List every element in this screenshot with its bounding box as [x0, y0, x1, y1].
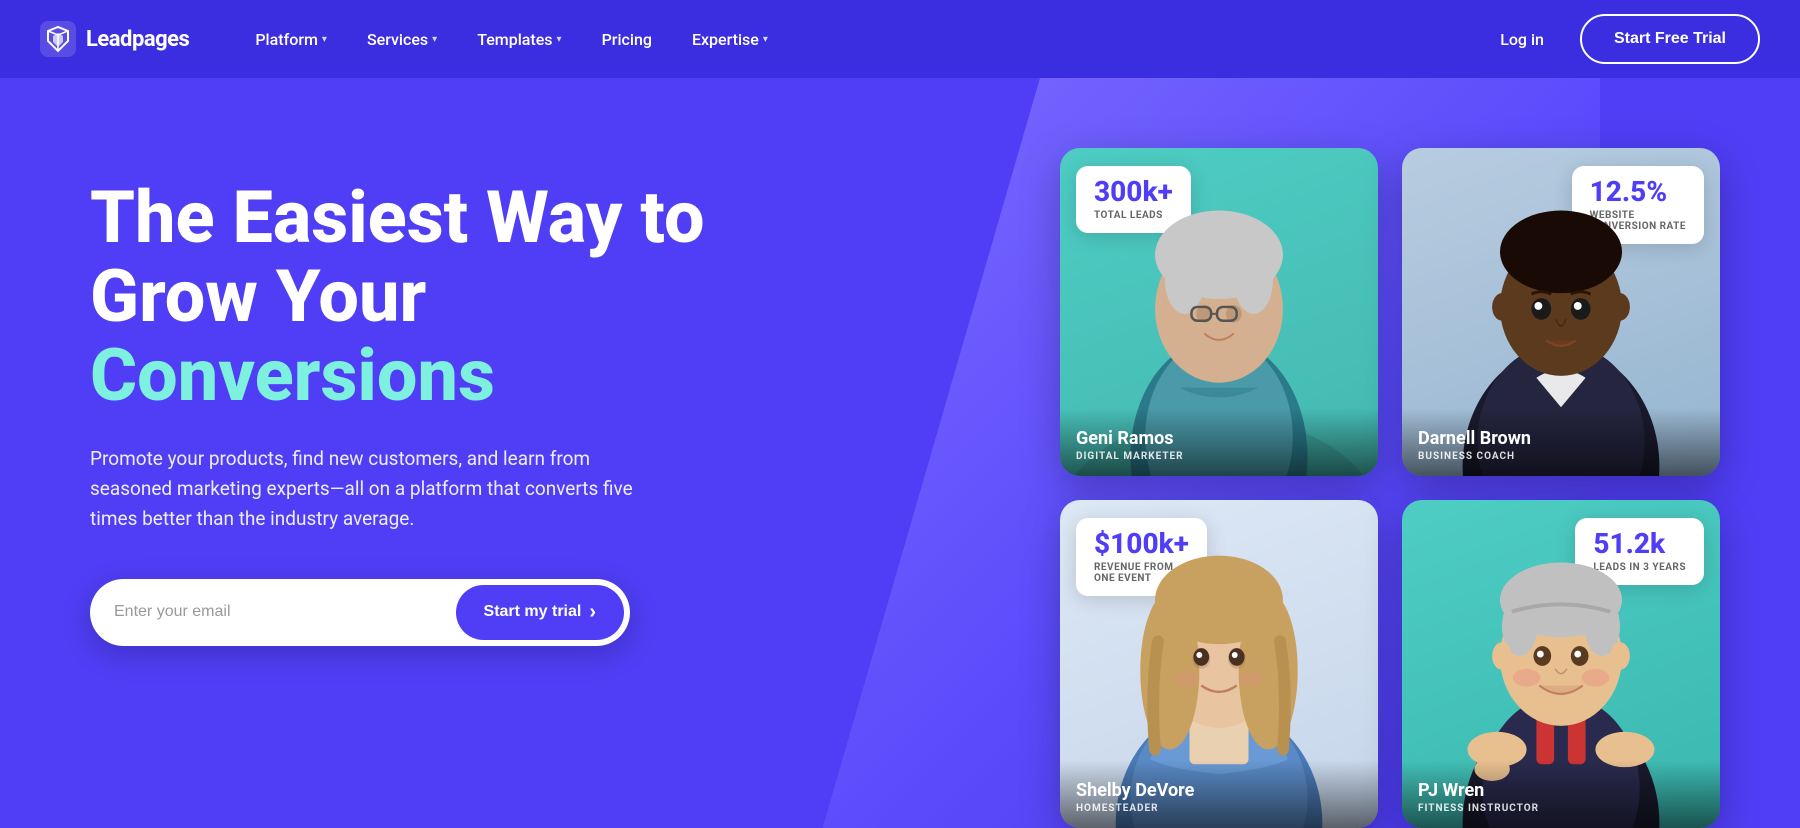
card-overlay-1: Geni Ramos DIGITAL MARKETER: [1060, 408, 1378, 476]
card-overlay-4: PJ Wren FITNESS INSTRUCTOR: [1402, 760, 1720, 828]
logo-text: Leadpages: [86, 27, 189, 52]
hero-section: The Easiest Way to Grow Your Conversions…: [0, 78, 1800, 828]
testimonial-cards: 300k+ TOTAL LEADS: [1060, 148, 1720, 828]
nav-item-services[interactable]: Services ▾: [351, 22, 453, 57]
chevron-down-icon: ▾: [763, 34, 768, 45]
nav-item-expertise[interactable]: Expertise ▾: [676, 22, 784, 57]
person-role-4: FITNESS INSTRUCTOR: [1418, 803, 1704, 814]
hero-content: The Easiest Way to Grow Your Conversions…: [90, 178, 790, 646]
start-trial-submit-button[interactable]: Start my trial ›: [456, 585, 624, 640]
chevron-down-icon: ▾: [432, 34, 437, 45]
hero-subtitle: Promote your products, find new customer…: [90, 444, 650, 535]
person-name-4: PJ Wren: [1418, 780, 1704, 801]
card-darnell-brown: 12.5% WEBSITE CONVERSION RATE: [1402, 148, 1720, 476]
card-shelby-devore: $100k+ REVENUE FROM ONE EVENT: [1060, 500, 1378, 828]
hero-title-line1: The Easiest Way to: [90, 175, 705, 260]
person-role-3: HOMESTEADER: [1076, 803, 1362, 814]
card-geni-ramos: 300k+ TOTAL LEADS: [1060, 148, 1378, 476]
nav-item-pricing[interactable]: Pricing: [586, 22, 668, 57]
hero-title: The Easiest Way to Grow Your Conversions: [90, 178, 790, 416]
arrow-icon: ›: [589, 601, 596, 624]
email-input[interactable]: [114, 593, 456, 631]
chevron-down-icon: ▾: [557, 34, 562, 45]
nav-item-templates[interactable]: Templates ▾: [461, 22, 577, 57]
chevron-down-icon: ▾: [322, 34, 327, 45]
login-button[interactable]: Log in: [1488, 22, 1556, 57]
person-role-2: BUSINESS COACH: [1418, 451, 1704, 462]
nav-right: Log in Start Free Trial: [1488, 14, 1760, 64]
person-name-3: Shelby DeVore: [1076, 780, 1362, 801]
person-role-1: DIGITAL MARKETER: [1076, 451, 1362, 462]
nav-links: Platform ▾ Services ▾ Templates ▾ Pricin…: [239, 22, 1488, 57]
person-name-1: Geni Ramos: [1076, 428, 1362, 449]
card-pj-wren: 51.2k LEADS IN 3 YEARS: [1402, 500, 1720, 828]
hero-email-form: Start my trial ›: [90, 579, 630, 646]
card-overlay-3: Shelby DeVore HOMESTEADER: [1060, 760, 1378, 828]
logo[interactable]: Leadpages: [40, 21, 189, 57]
person-name-2: Darnell Brown: [1418, 428, 1704, 449]
hero-title-accent: Conversions: [90, 333, 495, 418]
start-trial-button[interactable]: Start Free Trial: [1580, 14, 1760, 64]
card-overlay-2: Darnell Brown BUSINESS COACH: [1402, 408, 1720, 476]
leadpages-logo-icon: [40, 21, 76, 57]
hero-title-line2: Grow Your: [90, 254, 426, 339]
nav-item-platform[interactable]: Platform ▾: [239, 22, 343, 57]
navigation: Leadpages Platform ▾ Services ▾ Template…: [0, 0, 1800, 78]
